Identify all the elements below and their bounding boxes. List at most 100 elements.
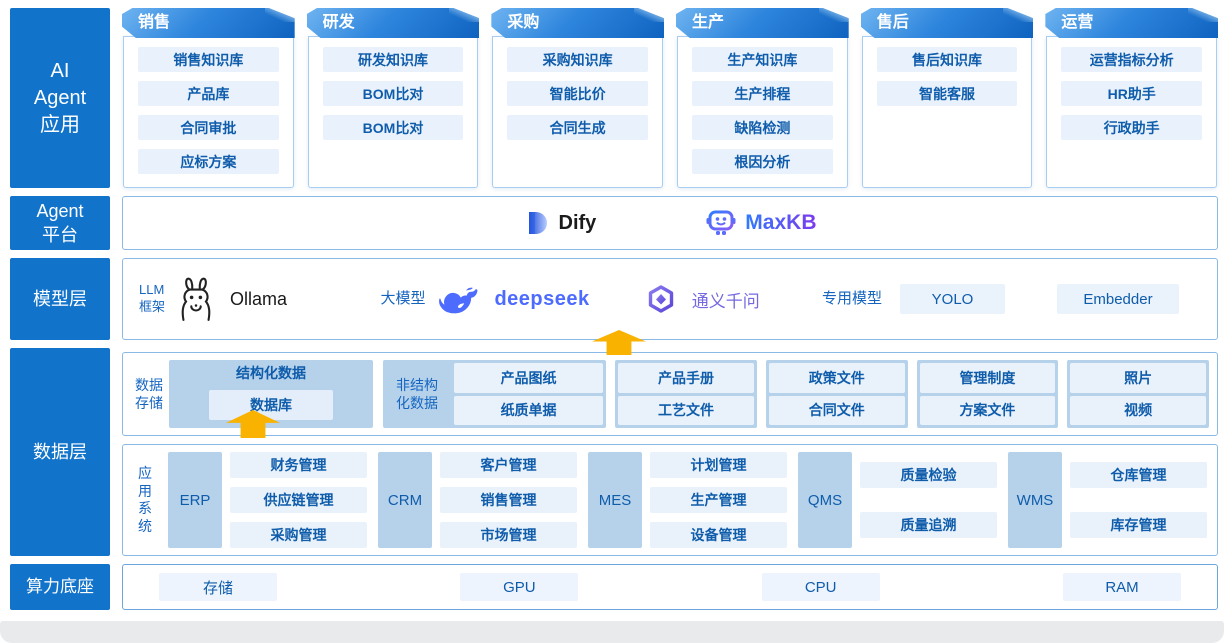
agent-platform-box: Dify MaxKB bbox=[122, 196, 1218, 250]
card-pill: 智能客服 bbox=[876, 81, 1018, 106]
card-aftersales-header: 售后 bbox=[860, 8, 1034, 38]
doc-pill: 合同文件 bbox=[768, 395, 905, 425]
module-pill: 客户管理 bbox=[440, 452, 577, 478]
card-rnd-body: 研发知识库 BOM比对 BOM比对 bbox=[307, 36, 479, 188]
card-operations: 运营 运营指标分析 HR助手 行政助手 bbox=[1045, 8, 1219, 188]
special-model-label: 专用模型 bbox=[821, 290, 882, 308]
card-pill: 智能比价 bbox=[507, 81, 649, 106]
dify-label: Dify bbox=[558, 211, 597, 234]
rail-ai-agent-apps: AI Agent 应用 bbox=[10, 8, 110, 188]
card-pill: 销售知识库 bbox=[138, 47, 279, 72]
unstructured-group: 非结构 化数据 产品图纸 纸质单据 bbox=[383, 360, 607, 428]
compute-base-box: 存储 GPU CPU RAM bbox=[122, 564, 1218, 610]
window-bottom-bar bbox=[0, 621, 1224, 643]
card-pill: 缺陷检测 bbox=[692, 115, 833, 140]
model-layer-box: LLM 框架 Ollama 大模型 deepseek 通义千问 专用模型 YOL… bbox=[122, 258, 1218, 340]
agent-app-cards-row: 销售 销售知识库 产品库 合同审批 应标方案 研发 研发知识库 BOM比对 BO… bbox=[122, 8, 1219, 188]
app-systems-box: 应 用 系 统 ERP 财务管理 供应链管理 采购管理 CRM 客户管理 销售管… bbox=[122, 444, 1218, 556]
module-pill: 仓库管理 bbox=[1070, 462, 1207, 488]
app-systems-label: 应 用 系 统 bbox=[138, 465, 152, 534]
llm-framework-label: LLM 框架 bbox=[139, 282, 166, 314]
card-pill: 研发知识库 bbox=[322, 47, 464, 72]
card-pill: 产品库 bbox=[138, 81, 279, 106]
module-pill: 市场管理 bbox=[440, 522, 577, 548]
rail-model-layer: 模型层 bbox=[10, 258, 110, 340]
yolo-pill: YOLO bbox=[899, 284, 1005, 314]
card-pill: 生产排程 bbox=[692, 81, 833, 106]
ollama-brand: Ollama bbox=[177, 276, 287, 322]
doc-pill: 管理制度 bbox=[919, 363, 1056, 393]
module-pill: 计划管理 bbox=[650, 452, 787, 478]
deepseek-label: deepseek bbox=[494, 287, 590, 310]
card-sales: 销售 销售知识库 产品库 合同审批 应标方案 bbox=[122, 8, 295, 188]
wms-name-block: WMS bbox=[1008, 452, 1062, 548]
unstructured-data-area: 非结构 化数据 产品图纸 纸质单据 产品手册 工艺文件 政策文件 合同文件 管理… bbox=[383, 360, 1210, 428]
module-pill: 质量检验 bbox=[860, 462, 997, 488]
ram-pill: RAM bbox=[1062, 573, 1181, 601]
card-sales-body: 销售知识库 产品库 合同审批 应标方案 bbox=[123, 36, 294, 188]
qwen-label: 通义千问 bbox=[691, 291, 760, 311]
doc-pill: 照片 bbox=[1070, 363, 1207, 393]
crm-group: CRM 客户管理 销售管理 市场管理 bbox=[378, 452, 577, 548]
card-sales-header: 销售 bbox=[122, 8, 295, 38]
doc-pill: 方案文件 bbox=[919, 395, 1056, 425]
card-operations-header: 运营 bbox=[1045, 8, 1219, 38]
dify-logo-icon bbox=[524, 210, 550, 236]
rail-compute-base: 算力底座 bbox=[10, 564, 110, 610]
module-pill: 财务管理 bbox=[230, 452, 367, 478]
module-pill: 质量追溯 bbox=[860, 512, 997, 538]
module-pill: 采购管理 bbox=[230, 522, 367, 548]
card-pill: 售后知识库 bbox=[876, 47, 1018, 72]
mes-group: MES 计划管理 生产管理 设备管理 bbox=[588, 452, 787, 548]
doc-pill: 产品图纸 bbox=[454, 363, 604, 393]
card-production: 生产 生产知识库 生产排程 缺陷检测 根因分析 bbox=[676, 8, 849, 188]
card-aftersales: 售后 售后知识库 智能客服 bbox=[860, 8, 1034, 188]
card-procurement: 采购 采购知识库 智能比价 合同生成 bbox=[491, 8, 665, 188]
architecture-diagram: AI Agent 应用 Agent 平台 模型层 数据层 算力底座 销售 销售知… bbox=[0, 0, 1224, 643]
database-pill: 数据库 bbox=[209, 390, 333, 420]
card-pill: 合同生成 bbox=[507, 115, 649, 140]
maxkb-robot-icon bbox=[706, 209, 736, 237]
embedder-pill: Embedder bbox=[1056, 284, 1179, 314]
doc-pill: 政策文件 bbox=[768, 363, 905, 393]
doc-pill: 视频 bbox=[1070, 395, 1207, 425]
unstructured-group: 政策文件 合同文件 bbox=[765, 360, 908, 428]
qms-name-block: QMS bbox=[798, 452, 852, 548]
module-pill: 供应链管理 bbox=[230, 487, 367, 513]
storage-pill: 存储 bbox=[159, 573, 277, 601]
wms-group: WMS 仓库管理 库存管理 bbox=[1008, 452, 1207, 548]
card-pill: HR助手 bbox=[1061, 81, 1203, 106]
card-pill: 运营指标分析 bbox=[1061, 47, 1203, 72]
rail-data-layer: 数据层 bbox=[10, 348, 110, 556]
deepseek-brand: deepseek bbox=[439, 284, 589, 314]
dify-brand: Dify bbox=[524, 210, 597, 236]
data-storage-box: 数据 存储 结构化数据 数据库 非结构 化数据 产品图纸 纸质单据 产品手册 工… bbox=[122, 352, 1218, 436]
doc-pill: 产品手册 bbox=[618, 363, 754, 393]
card-pill: 行政助手 bbox=[1061, 115, 1203, 140]
erp-name-block: ERP bbox=[168, 452, 222, 548]
card-pill: 合同审批 bbox=[138, 115, 279, 140]
card-production-header: 生产 bbox=[676, 8, 849, 38]
structured-data-title: 结构化数据 bbox=[236, 365, 306, 381]
module-pill: 设备管理 bbox=[650, 522, 787, 548]
unstructured-data-label: 非结构 化数据 bbox=[396, 376, 438, 411]
module-pill: 销售管理 bbox=[440, 487, 577, 513]
cpu-pill: CPU bbox=[761, 573, 880, 601]
card-pill: 生产知识库 bbox=[692, 47, 833, 72]
maxkb-label: MaxKB bbox=[745, 211, 817, 234]
ollama-llama-icon bbox=[177, 276, 215, 322]
qwen-knot-icon bbox=[647, 285, 675, 313]
card-procurement-body: 采购知识库 智能比价 合同生成 bbox=[492, 36, 664, 188]
card-pill: 采购知识库 bbox=[507, 47, 649, 72]
rail-agent-platform: Agent 平台 bbox=[10, 196, 110, 250]
erp-group: ERP 财务管理 供应链管理 采购管理 bbox=[168, 452, 367, 548]
card-operations-body: 运营指标分析 HR助手 行政助手 bbox=[1046, 36, 1218, 188]
card-pill: BOM比对 bbox=[322, 81, 464, 106]
card-pill: 应标方案 bbox=[138, 149, 279, 174]
mes-name-block: MES bbox=[588, 452, 642, 548]
card-aftersales-body: 售后知识库 智能客服 bbox=[861, 36, 1033, 188]
qms-group: QMS 质量检验 质量追溯 bbox=[798, 452, 997, 548]
data-storage-label: 数据 存储 bbox=[135, 376, 163, 411]
gpu-pill: GPU bbox=[460, 573, 579, 601]
module-pill: 库存管理 bbox=[1070, 512, 1207, 538]
